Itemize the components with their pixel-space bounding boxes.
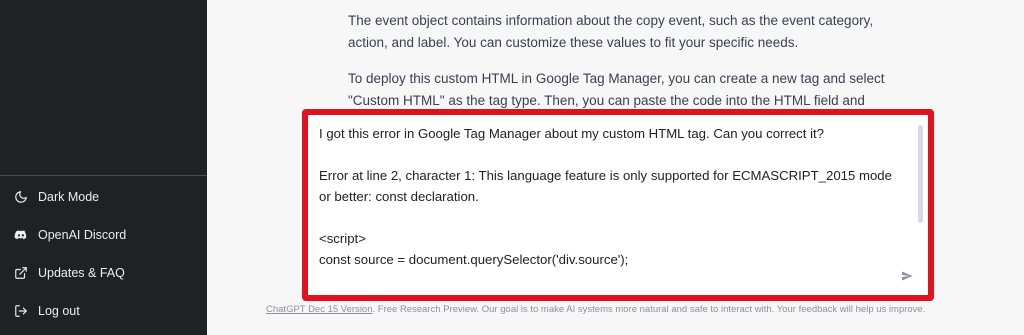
textarea-scrollbar[interactable] <box>918 125 923 223</box>
discord-icon <box>14 228 28 242</box>
sidebar-item-label: OpenAI Discord <box>38 228 127 242</box>
sidebar-item-log-out[interactable]: Log out <box>14 296 199 326</box>
sidebar-divider <box>0 175 207 176</box>
response-paragraph: To deploy this custom HTML in Google Tag… <box>348 71 885 108</box>
response-paragraph: The event object contains information ab… <box>348 13 874 50</box>
logout-icon <box>14 304 28 318</box>
sidebar: Dark Mode OpenAI Discord Updates & FAQ L… <box>0 0 207 335</box>
send-button[interactable] <box>900 269 914 283</box>
sidebar-item-openai-discord[interactable]: OpenAI Discord <box>14 220 199 250</box>
sidebar-item-label: Updates & FAQ <box>38 266 125 280</box>
external-link-icon <box>14 266 28 280</box>
sidebar-item-dark-mode[interactable]: Dark Mode <box>14 182 199 212</box>
sidebar-item-updates-faq[interactable]: Updates & FAQ <box>14 258 199 288</box>
send-icon <box>901 270 913 282</box>
chat-main: The event object contains information ab… <box>207 0 1024 335</box>
footer-disclaimer: ChatGPT Dec 15 Version. Free Research Pr… <box>266 304 966 315</box>
prompt-input-box: I got this error in Google Tag Manager a… <box>302 109 934 301</box>
moon-icon <box>14 190 28 204</box>
footer-text: . Free Research Preview. Our goal is to … <box>372 304 926 315</box>
version-link[interactable]: ChatGPT Dec 15 Version <box>266 304 373 315</box>
prompt-textarea[interactable]: I got this error in Google Tag Manager a… <box>319 123 919 289</box>
sidebar-item-label: Log out <box>38 304 80 318</box>
sidebar-item-label: Dark Mode <box>38 190 100 204</box>
